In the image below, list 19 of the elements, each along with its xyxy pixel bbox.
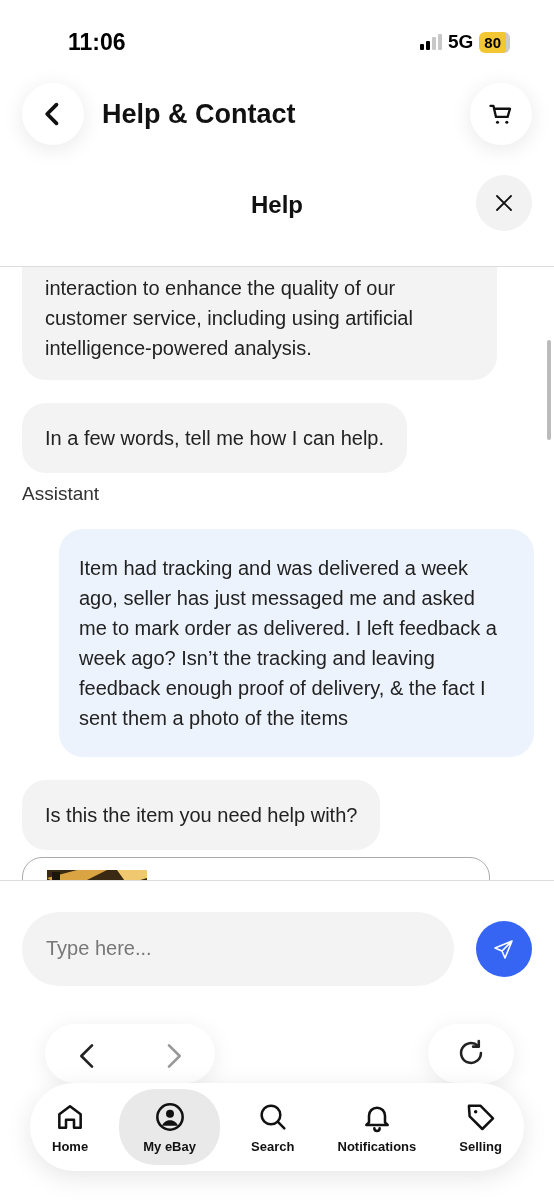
sheet-title: Help <box>251 191 303 219</box>
tab-item[interactable]: Notifications <box>325 1089 429 1165</box>
message-input[interactable]: Type here... <box>22 911 454 986</box>
tab-item[interactable]: Search <box>239 1089 307 1165</box>
agent-message: interaction to enhance the quality of our customer service, including using artificial intelligence-powered analysis. <box>22 267 497 380</box>
battery-indicator: 80 <box>479 31 510 53</box>
agent-message: Is this the item you need help with? <box>22 780 381 850</box>
user-message: Item had tracking and was delivered a week ago, seller has just messaged me and asked me to mark order as delivered. I left feedback a week ago? Isn’t the tracking and leaving feedback enough proof of delivery, & the fact I sent them a photo of the items <box>59 529 534 757</box>
profile-icon <box>153 1100 186 1133</box>
agent-message: In a few words, tell me how I can help. <box>22 403 408 473</box>
clock-time: 11:06 <box>68 28 126 56</box>
tab-item[interactable]: Home <box>40 1089 101 1165</box>
tab-item[interactable]: My eBay <box>119 1089 220 1165</box>
signal-icon <box>419 34 442 50</box>
network-label: 5G <box>447 31 474 53</box>
scrollbar[interactable] <box>547 340 551 440</box>
sender-label: Assistant <box>22 483 100 505</box>
page-title: Help & Contact <box>102 98 297 130</box>
tab-item[interactable]: Selling <box>447 1089 514 1165</box>
